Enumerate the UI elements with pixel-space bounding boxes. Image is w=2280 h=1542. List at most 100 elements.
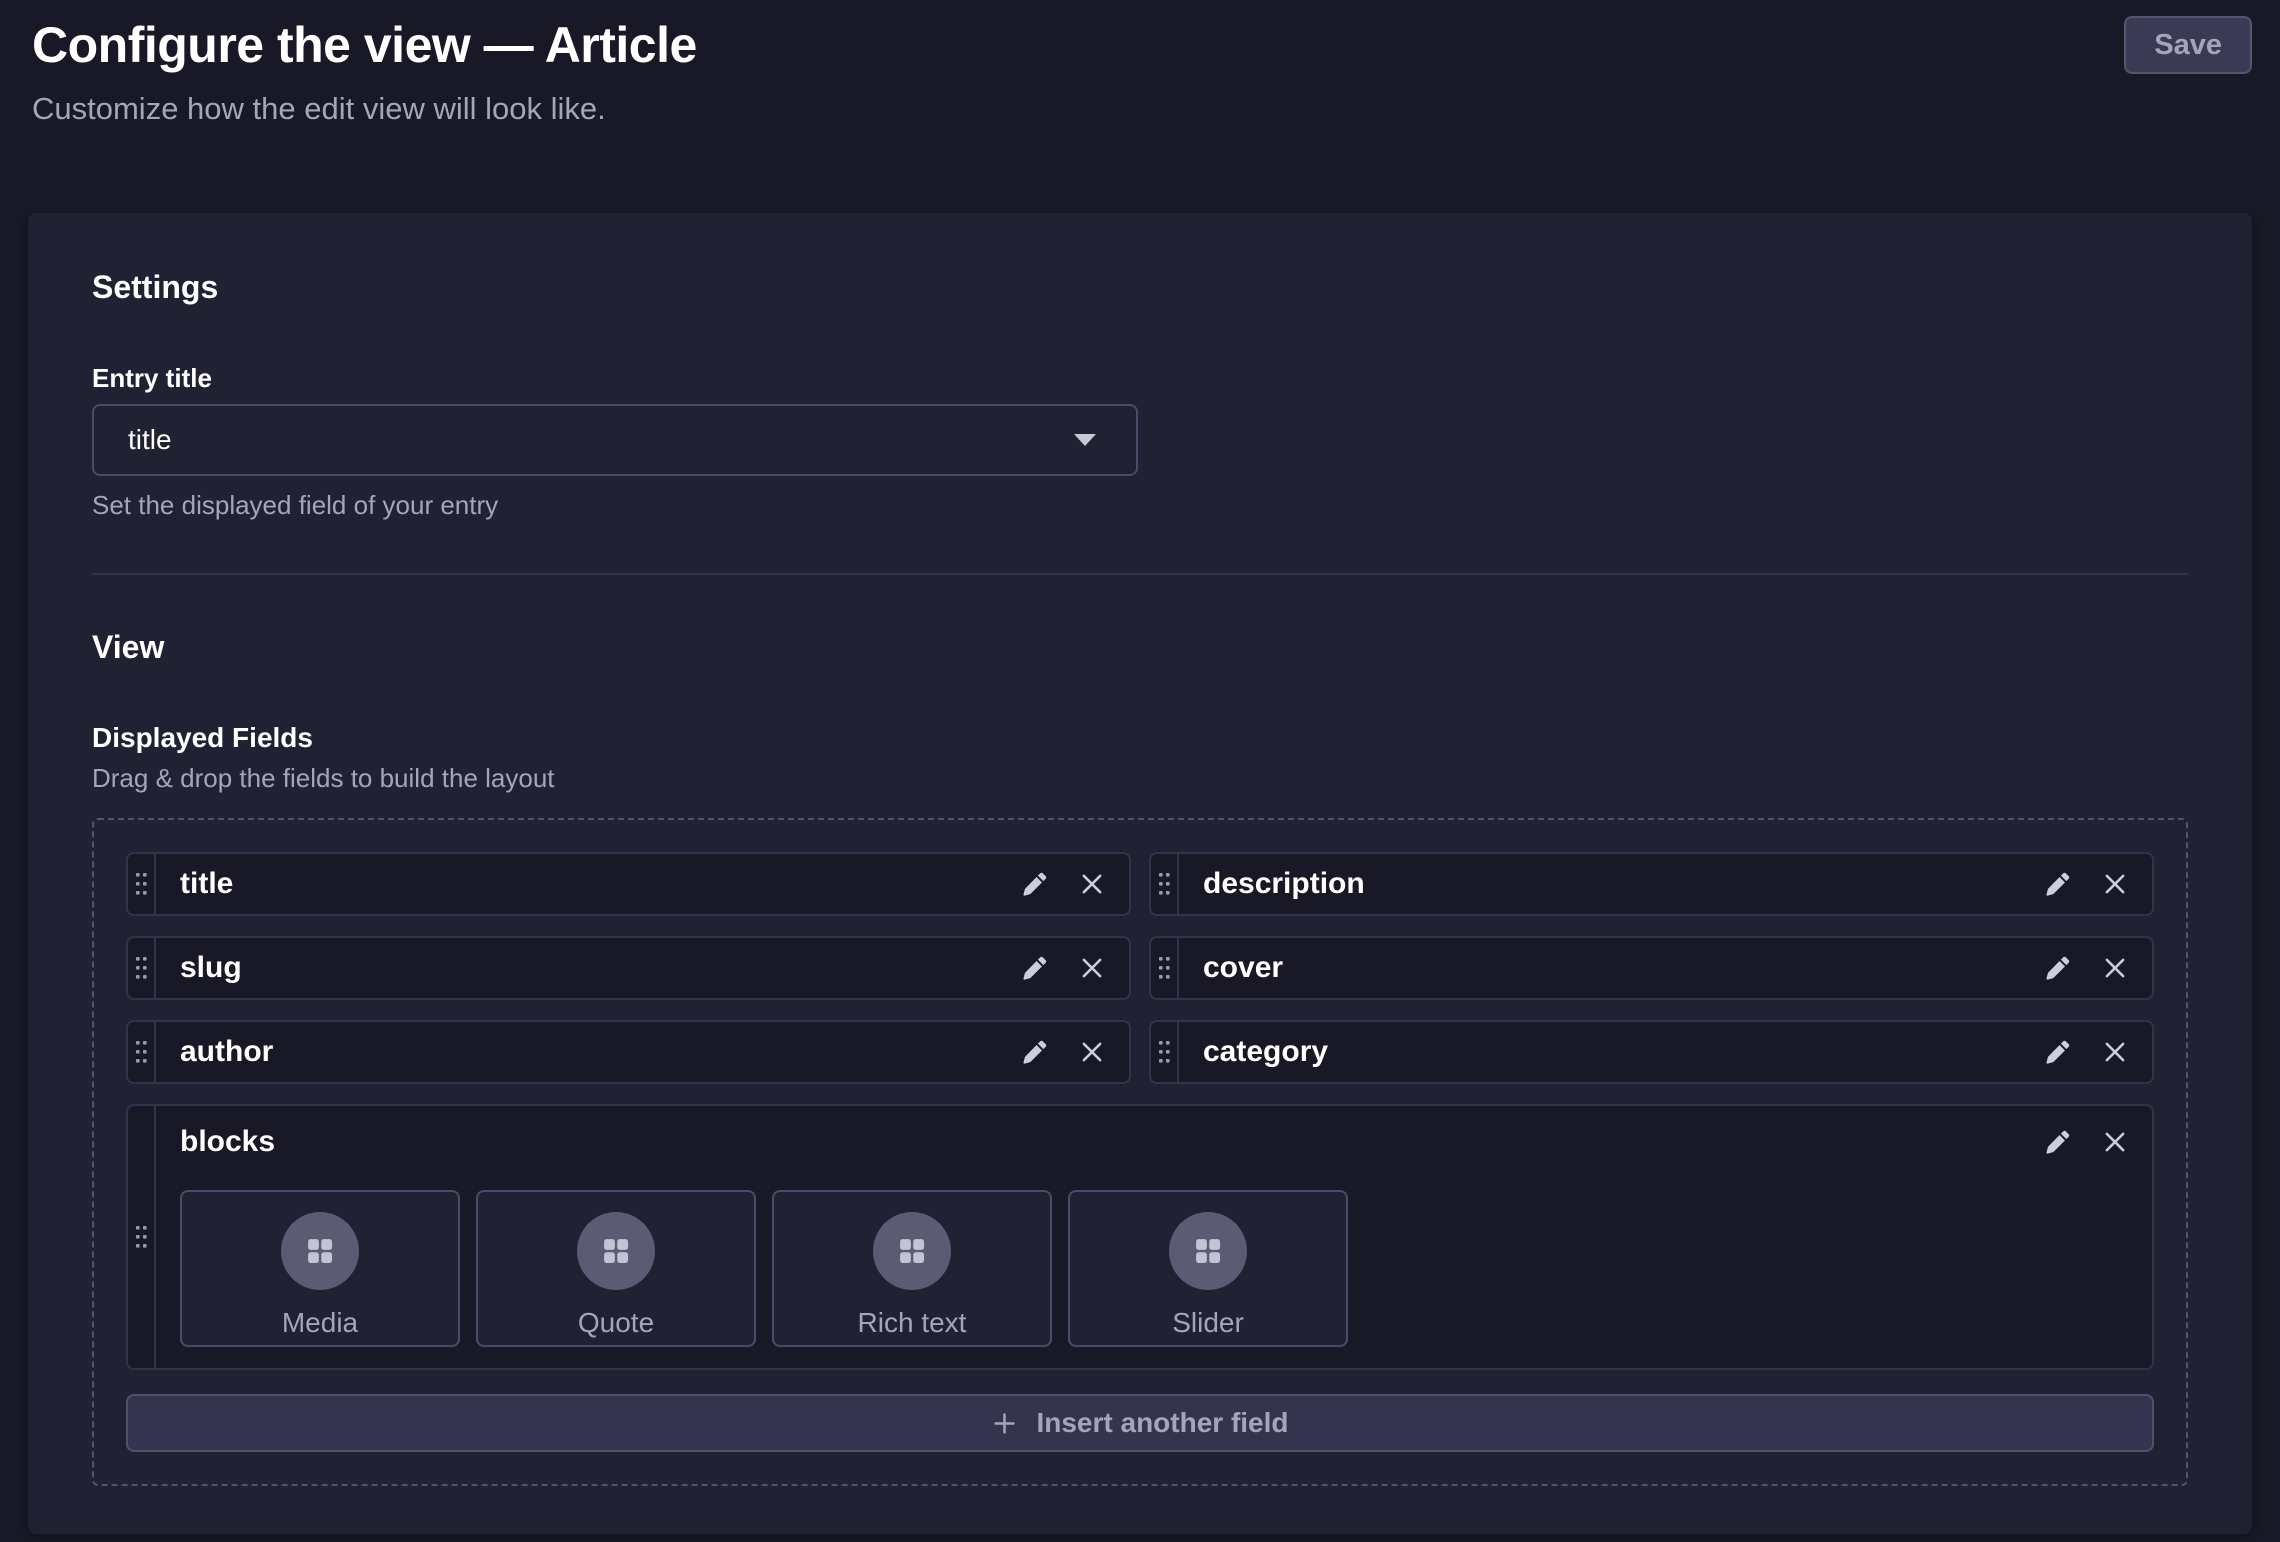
component-card-quote: Quote [476, 1190, 756, 1347]
field-actions [2043, 938, 2152, 998]
page-header-text: Configure the view — Article Customize h… [32, 14, 697, 128]
edit-field-button[interactable] [2043, 1038, 2072, 1067]
component-icon-circle [281, 1212, 359, 1290]
field-card-title: title [126, 852, 1131, 916]
component-label: Slider [1172, 1306, 1244, 1340]
field-name: cover [1179, 938, 2043, 998]
drag-handle[interactable] [128, 938, 156, 998]
remove-field-button[interactable] [2102, 1129, 2128, 1155]
remove-field-button[interactable] [2102, 871, 2128, 897]
component-label: Quote [578, 1306, 654, 1340]
close-icon [2102, 1039, 2128, 1065]
grip-dots-icon [1158, 955, 1171, 981]
field-card-cover: cover [1149, 936, 2154, 1000]
grid-icon [895, 1234, 929, 1268]
entry-title-label: Entry title [92, 363, 2188, 394]
close-icon [1079, 1039, 1105, 1065]
displayed-fields-heading: Displayed Fields [92, 721, 2188, 755]
field-actions [2043, 1022, 2152, 1082]
field-actions [2043, 1128, 2128, 1157]
blocks-content: blocks Media [156, 1106, 2152, 1368]
component-card-media: Media [180, 1190, 460, 1347]
pencil-icon [1020, 1038, 1049, 1067]
fields-grid: title description [126, 852, 2154, 1370]
field-name: category [1179, 1022, 2043, 1082]
close-icon [1079, 955, 1105, 981]
section-divider [92, 573, 2188, 575]
pencil-icon [2043, 870, 2072, 899]
field-actions [1020, 854, 1129, 914]
close-icon [2102, 871, 2128, 897]
entry-title-select[interactable]: title [92, 404, 1138, 476]
field-actions [2043, 854, 2152, 914]
grid-icon [1191, 1234, 1225, 1268]
component-card-rich-text: Rich text [772, 1190, 1052, 1347]
grip-dots-icon [135, 1224, 148, 1250]
component-card-slider: Slider [1068, 1190, 1348, 1347]
pencil-icon [1020, 954, 1049, 983]
grip-dots-icon [135, 871, 148, 897]
remove-field-button[interactable] [1079, 955, 1105, 981]
edit-field-button[interactable] [1020, 1038, 1049, 1067]
drag-handle[interactable] [1151, 1022, 1179, 1082]
field-name: description [1179, 854, 2043, 914]
page-subtitle: Customize how the edit view will look li… [32, 90, 697, 128]
edit-field-button[interactable] [2043, 870, 2072, 899]
field-actions [1020, 1022, 1129, 1082]
pencil-icon [2043, 1038, 2072, 1067]
save-button[interactable]: Save [2124, 16, 2252, 74]
field-name: blocks [180, 1124, 275, 1160]
grid-icon [599, 1234, 633, 1268]
drag-handle[interactable] [1151, 938, 1179, 998]
configure-view-card: Settings Entry title title Set the displ… [28, 213, 2252, 1534]
pencil-icon [1020, 870, 1049, 899]
grip-dots-icon [135, 1039, 148, 1065]
page-title: Configure the view — Article [32, 14, 697, 76]
pencil-icon [2043, 1128, 2072, 1157]
remove-field-button[interactable] [2102, 1039, 2128, 1065]
field-card-author: author [126, 1020, 1131, 1084]
insert-another-field-label: Insert another field [1036, 1407, 1288, 1439]
field-card-slug: slug [126, 936, 1131, 1000]
view-heading: View [92, 627, 2188, 667]
close-icon [2102, 1129, 2128, 1155]
entry-title-select-value: title [128, 424, 172, 456]
field-name: title [156, 854, 1020, 914]
settings-heading: Settings [92, 267, 2188, 307]
drag-handle[interactable] [128, 854, 156, 914]
component-label: Rich text [858, 1306, 967, 1340]
grip-dots-icon [135, 955, 148, 981]
grip-dots-icon [1158, 1039, 1171, 1065]
drag-handle[interactable] [128, 1022, 156, 1082]
close-icon [2102, 955, 2128, 981]
field-card-blocks: blocks Media [126, 1104, 2154, 1370]
edit-field-button[interactable] [1020, 870, 1049, 899]
entry-title-group: Entry title title Set the displayed fiel… [92, 363, 2188, 521]
pencil-icon [2043, 954, 2072, 983]
grid-icon [303, 1234, 337, 1268]
remove-field-button[interactable] [2102, 955, 2128, 981]
displayed-fields-hint: Drag & drop the fields to build the layo… [92, 763, 2188, 794]
drag-handle[interactable] [1151, 854, 1179, 914]
edit-field-button[interactable] [2043, 1128, 2072, 1157]
component-icon-circle [873, 1212, 951, 1290]
component-icon-circle [577, 1212, 655, 1290]
entry-title-hint: Set the displayed field of your entry [92, 490, 2188, 521]
blocks-components: Media Quote Rich text [180, 1190, 2128, 1347]
remove-field-button[interactable] [1079, 1039, 1105, 1065]
chevron-down-icon [1074, 434, 1096, 446]
field-actions [1020, 938, 1129, 998]
insert-another-field-button[interactable]: Insert another field [126, 1394, 2154, 1452]
remove-field-button[interactable] [1079, 871, 1105, 897]
drag-handle[interactable] [128, 1106, 156, 1368]
fields-dropzone: title description [92, 818, 2188, 1486]
field-name: slug [156, 938, 1020, 998]
component-label: Media [282, 1306, 358, 1340]
edit-field-button[interactable] [1020, 954, 1049, 983]
close-icon [1079, 871, 1105, 897]
component-icon-circle [1169, 1212, 1247, 1290]
field-card-description: description [1149, 852, 2154, 916]
grip-dots-icon [1158, 871, 1171, 897]
edit-field-button[interactable] [2043, 954, 2072, 983]
page-header: Configure the view — Article Customize h… [0, 0, 2280, 128]
